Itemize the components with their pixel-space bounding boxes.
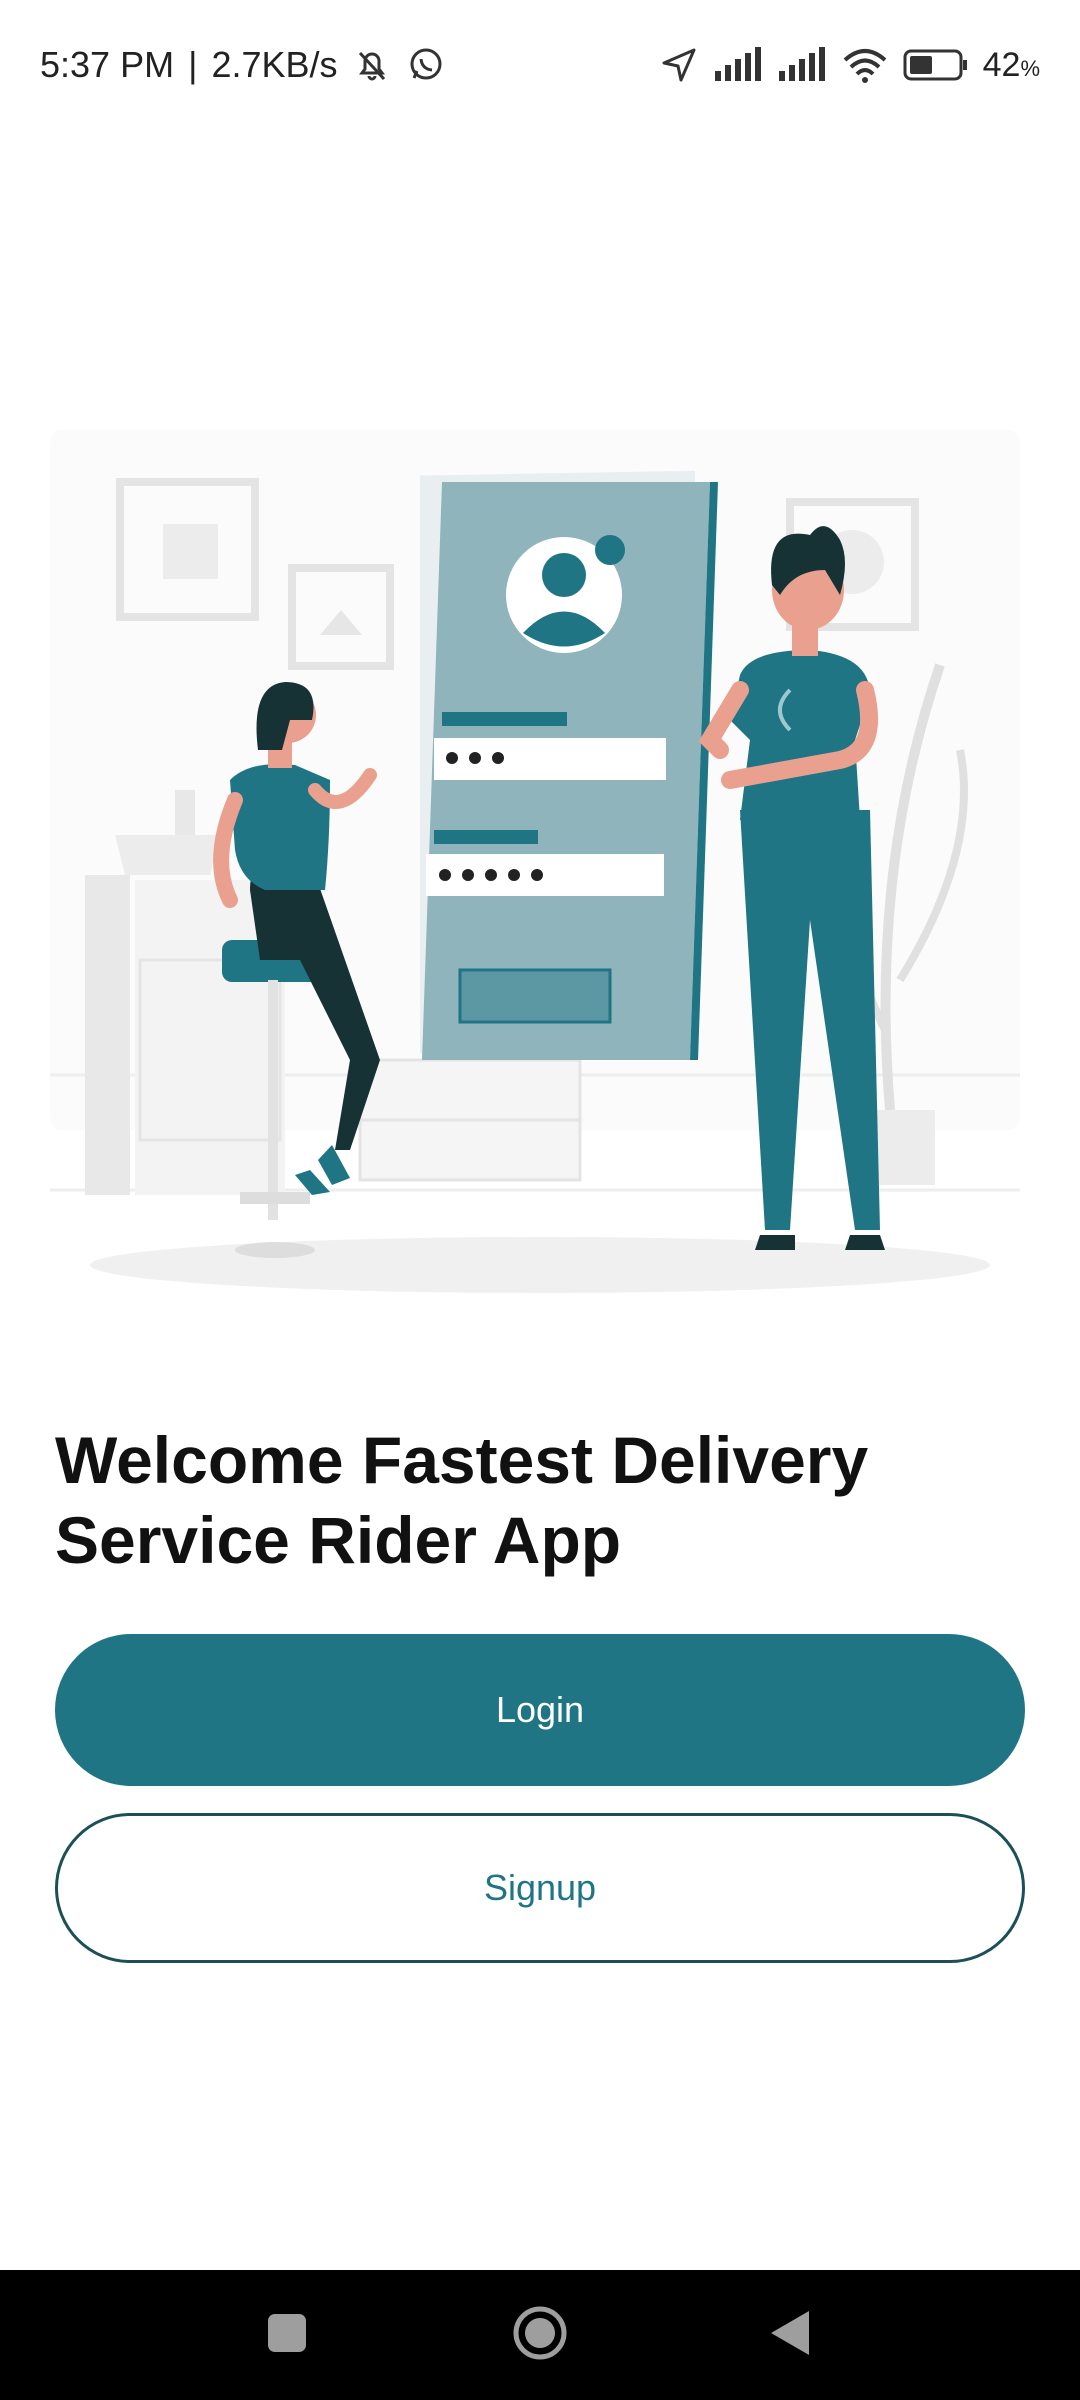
network-speed: 2.7KB/s	[211, 44, 338, 85]
welcome-title: Welcome Fastest Delivery Service Rider A…	[55, 1420, 1025, 1580]
welcome-title-line2: Service Rider App	[55, 1503, 622, 1577]
login-button-label: Login	[495, 1689, 585, 1730]
recent-apps-button[interactable]	[222, 2270, 352, 2400]
recent-apps-icon	[267, 2313, 307, 2358]
signal-icon	[713, 47, 763, 83]
status-time: 5:37 PM	[40, 44, 175, 85]
status-separator: |	[188, 44, 198, 85]
battery-percent: 42%	[983, 46, 1040, 85]
signal-icon	[777, 47, 827, 83]
home-icon	[511, 2304, 569, 2367]
location-arrow-icon	[659, 45, 699, 85]
navigation-bar	[0, 2270, 1080, 2400]
back-button[interactable]	[725, 2270, 855, 2400]
battery-percent-value: 42	[982, 45, 1021, 84]
home-button[interactable]	[475, 2270, 605, 2400]
login-illustration	[50, 420, 1030, 1320]
battery-icon	[903, 48, 969, 82]
status-bar: 5:37 PM | 2.7KB/s 42%	[0, 0, 1080, 130]
status-left: 5:37 PM | 2.7KB/s	[40, 44, 446, 86]
whatsapp-icon	[406, 45, 446, 85]
signup-button-label: Signup	[483, 1867, 597, 1908]
welcome-title-line1: Welcome Fastest Delivery	[55, 1423, 869, 1497]
login-button[interactable]: Login	[55, 1634, 1025, 1786]
back-icon	[769, 2309, 811, 2362]
wifi-icon	[841, 46, 889, 84]
battery-percent-unit: %	[1020, 55, 1040, 81]
status-right: 42%	[659, 45, 1040, 85]
mute-bell-icon	[352, 45, 392, 85]
signup-button[interactable]: Signup	[55, 1813, 1025, 1963]
